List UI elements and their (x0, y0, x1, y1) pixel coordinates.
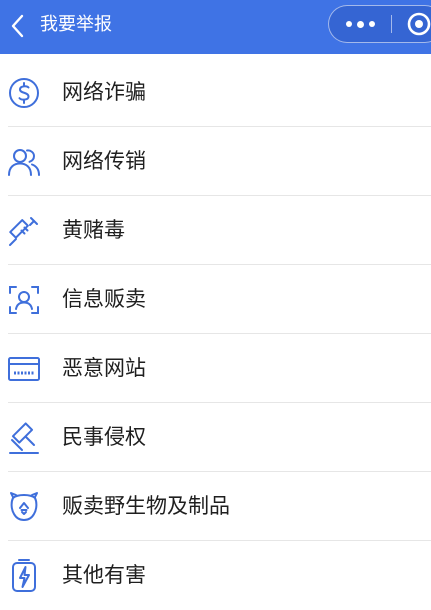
navigation-bar: 我要举报 (0, 0, 431, 54)
list-item-civil-infringement[interactable]: 民事侵权 (0, 403, 431, 472)
people-icon (6, 144, 42, 180)
list-item-pyramid-selling[interactable]: 网络传销 (0, 127, 431, 196)
list-item-label: 信息贩卖 (62, 287, 146, 311)
list-item-online-fraud[interactable]: 网络诈骗 (0, 58, 431, 127)
report-category-list: 网络诈骗 网络传销 黄赌毒 信息贩卖 恶意网站 民事侵权 贩卖野生物及制品 其他… (0, 58, 431, 610)
list-item-label: 贩卖野生物及制品 (62, 494, 230, 518)
more-dot (356, 20, 364, 28)
list-item-malicious-website[interactable]: 恶意网站 (0, 334, 431, 403)
mini-program-capsule (328, 5, 431, 43)
capsule-divider (391, 15, 392, 33)
dollar-circle-icon (6, 75, 42, 111)
list-item-label: 恶意网站 (62, 356, 146, 380)
list-item-label: 民事侵权 (62, 425, 146, 449)
list-item-label: 网络诈骗 (62, 80, 146, 104)
list-item-label: 黄赌毒 (62, 218, 125, 242)
back-button[interactable] (4, 8, 32, 44)
page-title: 我要举报 (40, 14, 112, 35)
chevron-left-icon (11, 14, 24, 38)
face-scan-icon (6, 282, 42, 318)
more-dot (368, 21, 375, 27)
more-button[interactable] (329, 6, 391, 42)
battery-bolt-icon (6, 558, 42, 594)
list-item-label: 网络传销 (62, 149, 146, 173)
list-item-info-trading[interactable]: 信息贩卖 (0, 265, 431, 334)
gavel-icon (6, 420, 42, 456)
close-button[interactable] (401, 6, 431, 42)
syringe-icon (6, 213, 42, 249)
browser-window-icon (6, 351, 42, 387)
more-dots-icon (345, 21, 352, 27)
list-item-other-harmful[interactable]: 其他有害 (0, 541, 431, 610)
list-item-label: 其他有害 (62, 563, 146, 587)
animal-face-icon (6, 489, 42, 525)
list-item-wildlife-trade[interactable]: 贩卖野生物及制品 (0, 472, 431, 541)
list-item-porn-gambling-drugs[interactable]: 黄赌毒 (0, 196, 431, 265)
target-circle-icon (407, 12, 431, 36)
